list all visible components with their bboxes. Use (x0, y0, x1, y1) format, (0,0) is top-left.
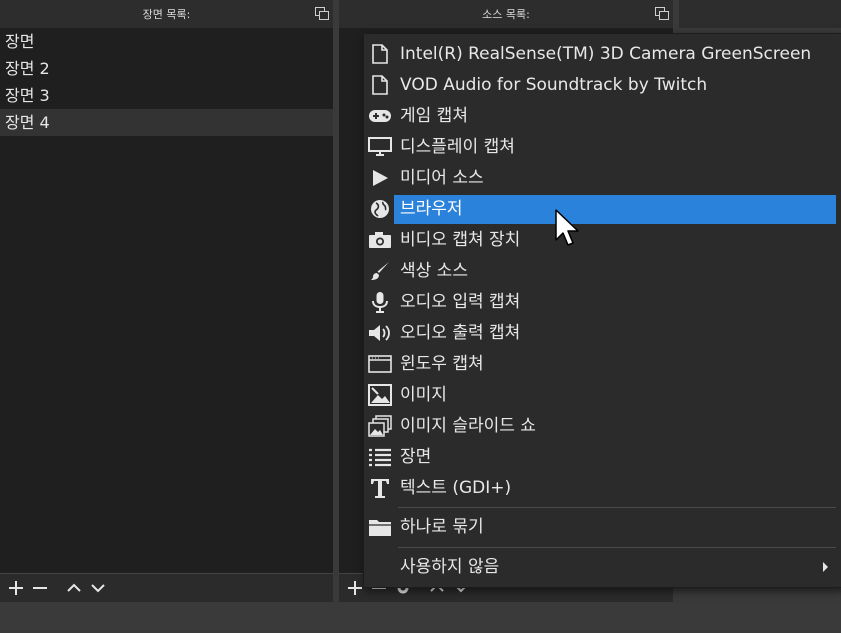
file-icon (368, 74, 392, 96)
globe-icon (368, 198, 392, 220)
mouse-cursor-icon (555, 209, 579, 247)
scene-item[interactable]: 장면 2 (0, 55, 333, 82)
gamepad-icon (368, 105, 392, 127)
file-icon (368, 43, 392, 65)
status-bar (0, 604, 841, 633)
microphone-icon (368, 291, 392, 313)
menu-item-text-gdi[interactable]: 텍스트 (GDI+) (364, 473, 841, 504)
remove-scene-button[interactable] (28, 577, 52, 599)
menu-item-window-capture[interactable]: 윈도우 캡쳐 (364, 349, 841, 380)
scenes-dock-title: 장면 목록: (142, 8, 191, 21)
menu-item-audio-input-capture[interactable]: 오디오 입력 캡쳐 (364, 287, 841, 318)
menu-item-vod-audio[interactable]: VOD Audio for Soundtrack by Twitch (364, 70, 841, 101)
add-scene-button[interactable] (4, 577, 28, 599)
sources-dock-title: 소스 목록: (482, 8, 530, 21)
menu-item-image-slideshow[interactable]: 이미지 슬라이드 쇼 (364, 411, 841, 442)
scene-item[interactable]: 장면 (0, 28, 333, 55)
scene-item[interactable]: 장면 3 (0, 82, 333, 109)
submenu-arrow-icon (823, 562, 828, 572)
window-icon (368, 353, 392, 375)
scenes-dock-header: 장면 목록: (0, 0, 333, 29)
menu-item-deprecated[interactable]: 사용하지 않음 (364, 552, 841, 583)
menu-item-group[interactable]: 하나로 묶기 (364, 512, 841, 543)
list-icon (368, 446, 392, 468)
move-scene-up-button[interactable] (62, 577, 86, 599)
folder-icon (368, 516, 392, 538)
menu-item-display-capture[interactable]: 디스플레이 캡쳐 (364, 132, 841, 163)
scene-item-selected[interactable]: 장면 4 (0, 109, 333, 136)
scenes-toolbar (0, 573, 333, 602)
scene-list: 장면 장면 2 장면 3 장면 4 (0, 28, 333, 574)
scenes-dock: 장면 목록: 장면 장면 2 장면 3 장면 4 (0, 0, 333, 602)
image-icon (368, 384, 392, 406)
slideshow-icon (368, 415, 392, 437)
menu-item-realsense[interactable]: Intel(R) RealSense(TM) 3D Camera GreenSc… (364, 39, 841, 70)
menu-item-scene[interactable]: 장면 (364, 442, 841, 473)
menu-item-media-source[interactable]: 미디어 소스 (364, 163, 841, 194)
sources-dock-header: 소스 목록: (339, 0, 673, 29)
menu-item-browser[interactable]: 브라우저 (364, 194, 841, 225)
undock-icon[interactable] (655, 7, 669, 20)
move-scene-down-button[interactable] (86, 577, 110, 599)
undock-icon[interactable] (315, 7, 329, 20)
speaker-icon (368, 322, 392, 344)
camera-icon (368, 229, 392, 251)
add-source-menu: Intel(R) RealSense(TM) 3D Camera GreenSc… (363, 33, 841, 588)
menu-item-color-source[interactable]: 색상 소스 (364, 256, 841, 287)
mixer-dock (679, 0, 841, 28)
menu-separator (398, 507, 836, 508)
menu-item-image[interactable]: 이미지 (364, 380, 841, 411)
menu-separator (398, 547, 836, 548)
menu-item-audio-output-capture[interactable]: 오디오 출력 캡쳐 (364, 318, 841, 349)
brush-icon (368, 260, 392, 282)
menu-item-video-capture-device[interactable]: 비디오 캡쳐 장치 (364, 225, 841, 256)
text-icon (368, 477, 392, 499)
monitor-icon (368, 136, 392, 158)
menu-item-game-capture[interactable]: 게임 캡쳐 (364, 101, 841, 132)
play-icon (368, 167, 392, 189)
